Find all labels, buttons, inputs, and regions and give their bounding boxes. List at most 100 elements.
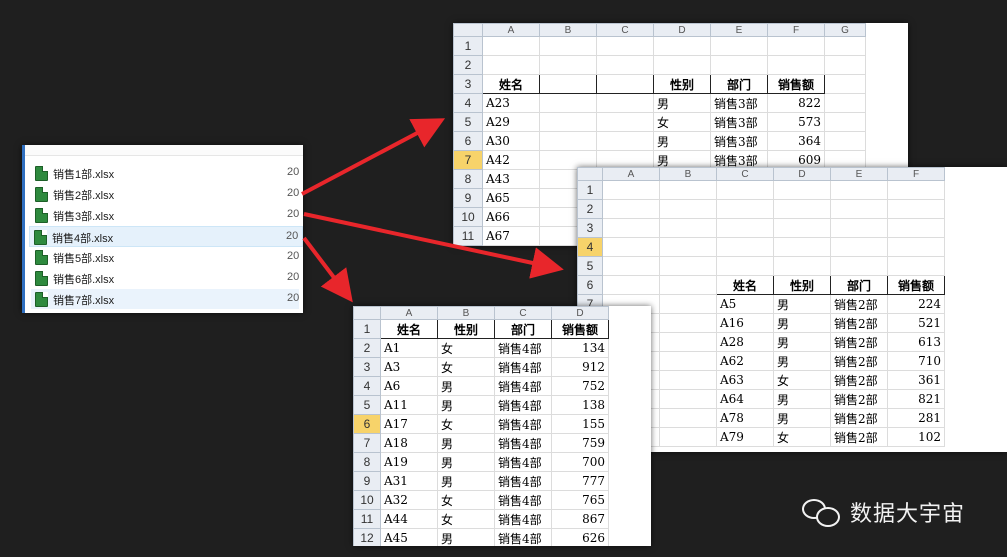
column-header[interactable]: A xyxy=(380,306,438,320)
cell[interactable]: 男 xyxy=(437,471,495,491)
column-header[interactable]: F xyxy=(767,23,825,37)
cell[interactable]: 销售2部 xyxy=(830,294,888,314)
empty-cell[interactable] xyxy=(539,93,597,113)
column-header[interactable]: A xyxy=(482,23,540,37)
column-header[interactable]: G xyxy=(824,23,866,37)
cell[interactable]: A23 xyxy=(482,93,540,113)
select-all-corner[interactable] xyxy=(577,167,603,181)
file-item[interactable]: 销售1部.xlsx 20 xyxy=(31,163,299,183)
row-header[interactable]: 1 xyxy=(453,36,483,56)
header-name[interactable]: 姓名 xyxy=(482,74,540,94)
row-header[interactable]: 12 xyxy=(353,528,381,546)
file-item[interactable]: 销售6部.xlsx 20 xyxy=(31,268,299,288)
cell[interactable]: 女 xyxy=(437,490,495,510)
cell[interactable]: 销售3部 xyxy=(710,112,768,132)
header-dept[interactable]: 部门 xyxy=(710,74,768,94)
cell[interactable]: 销售2部 xyxy=(830,389,888,409)
cell[interactable]: 女 xyxy=(653,112,711,132)
cell[interactable]: 销售2部 xyxy=(830,408,888,428)
header-dept[interactable]: 部门 xyxy=(830,275,888,295)
empty-cell[interactable] xyxy=(596,93,654,113)
cell[interactable]: 138 xyxy=(551,395,609,415)
cell[interactable]: 男 xyxy=(437,433,495,453)
cell[interactable]: A31 xyxy=(380,471,438,491)
cell[interactable]: 男 xyxy=(773,294,831,314)
cell[interactable]: A32 xyxy=(380,490,438,510)
cell[interactable]: 男 xyxy=(653,131,711,151)
cell[interactable]: 女 xyxy=(437,357,495,377)
row-header[interactable]: 4 xyxy=(453,93,483,113)
cell[interactable]: A44 xyxy=(380,509,438,529)
header-gender[interactable]: 性别 xyxy=(773,275,831,295)
column-header[interactable]: E xyxy=(830,167,888,181)
cell[interactable]: 男 xyxy=(773,408,831,428)
row-header[interactable]: 3 xyxy=(453,74,483,94)
cell[interactable]: 销售4部 xyxy=(494,433,552,453)
column-header[interactable]: A xyxy=(602,167,660,181)
cell[interactable]: 224 xyxy=(887,294,945,314)
cell[interactable]: A64 xyxy=(716,389,774,409)
row-header[interactable]: 2 xyxy=(453,55,483,75)
file-item[interactable]: 销售3部.xlsx 20 xyxy=(31,205,299,225)
file-item[interactable]: 销售2部.xlsx 20 xyxy=(31,184,299,204)
row-header[interactable]: 5 xyxy=(453,112,483,132)
cell[interactable]: A28 xyxy=(716,332,774,352)
cell[interactable]: 销售4部 xyxy=(494,490,552,510)
cell[interactable]: 男 xyxy=(653,93,711,113)
cell[interactable]: A62 xyxy=(716,351,774,371)
empty-cell[interactable] xyxy=(659,427,717,447)
empty-cell[interactable] xyxy=(824,93,866,113)
header-gender[interactable]: 性别 xyxy=(437,319,495,339)
cell[interactable]: 521 xyxy=(887,313,945,333)
cell[interactable]: 364 xyxy=(767,131,825,151)
empty-cell[interactable] xyxy=(659,351,717,371)
row-header[interactable]: 9 xyxy=(353,471,381,491)
row-header[interactable]: 11 xyxy=(453,226,483,246)
cell[interactable]: 男 xyxy=(773,389,831,409)
cell[interactable]: 销售4部 xyxy=(494,509,552,529)
row-header[interactable]: 7 xyxy=(353,433,381,453)
cell[interactable]: 女 xyxy=(437,414,495,434)
cell[interactable]: A3 xyxy=(380,357,438,377)
cell[interactable]: 销售4部 xyxy=(494,414,552,434)
column-header[interactable]: B xyxy=(539,23,597,37)
empty-cell[interactable] xyxy=(596,131,654,151)
cell[interactable]: 销售2部 xyxy=(830,351,888,371)
cell[interactable]: A1 xyxy=(380,338,438,358)
cell[interactable]: 女 xyxy=(437,509,495,529)
cell[interactable]: 102 xyxy=(887,427,945,447)
cell[interactable]: A66 xyxy=(482,207,540,227)
cell[interactable]: A19 xyxy=(380,452,438,472)
file-item[interactable]: 销售7部.xlsx 20 xyxy=(31,289,299,309)
cell[interactable]: 销售2部 xyxy=(830,332,888,352)
header-name[interactable]: 姓名 xyxy=(716,275,774,295)
cell[interactable]: 男 xyxy=(437,452,495,472)
column-header[interactable]: C xyxy=(596,23,654,37)
cell[interactable]: A67 xyxy=(482,226,540,246)
empty-cell[interactable] xyxy=(659,332,717,352)
cell[interactable]: A17 xyxy=(380,414,438,434)
cell[interactable]: 700 xyxy=(551,452,609,472)
cell[interactable]: A42 xyxy=(482,150,540,170)
cell[interactable]: A45 xyxy=(380,528,438,546)
empty-cell[interactable] xyxy=(824,112,866,132)
cell[interactable]: 销售4部 xyxy=(494,357,552,377)
cell[interactable]: 281 xyxy=(887,408,945,428)
row-header[interactable]: 2 xyxy=(577,199,603,219)
empty-cell[interactable] xyxy=(539,112,597,132)
row-header[interactable]: 9 xyxy=(453,188,483,208)
cell[interactable]: 男 xyxy=(437,376,495,396)
header-sales[interactable]: 销售额 xyxy=(551,319,609,339)
column-header[interactable]: B xyxy=(437,306,495,320)
cell[interactable]: A11 xyxy=(380,395,438,415)
cell[interactable]: 男 xyxy=(773,313,831,333)
empty-cell[interactable] xyxy=(659,389,717,409)
empty-cell[interactable] xyxy=(659,294,717,314)
empty-cell[interactable] xyxy=(659,313,717,333)
select-all-corner[interactable] xyxy=(353,306,381,320)
cell[interactable]: 男 xyxy=(773,351,831,371)
row-header[interactable]: 2 xyxy=(353,338,381,358)
cell[interactable]: 女 xyxy=(773,370,831,390)
header-sales[interactable]: 销售额 xyxy=(887,275,945,295)
cell[interactable]: 134 xyxy=(551,338,609,358)
